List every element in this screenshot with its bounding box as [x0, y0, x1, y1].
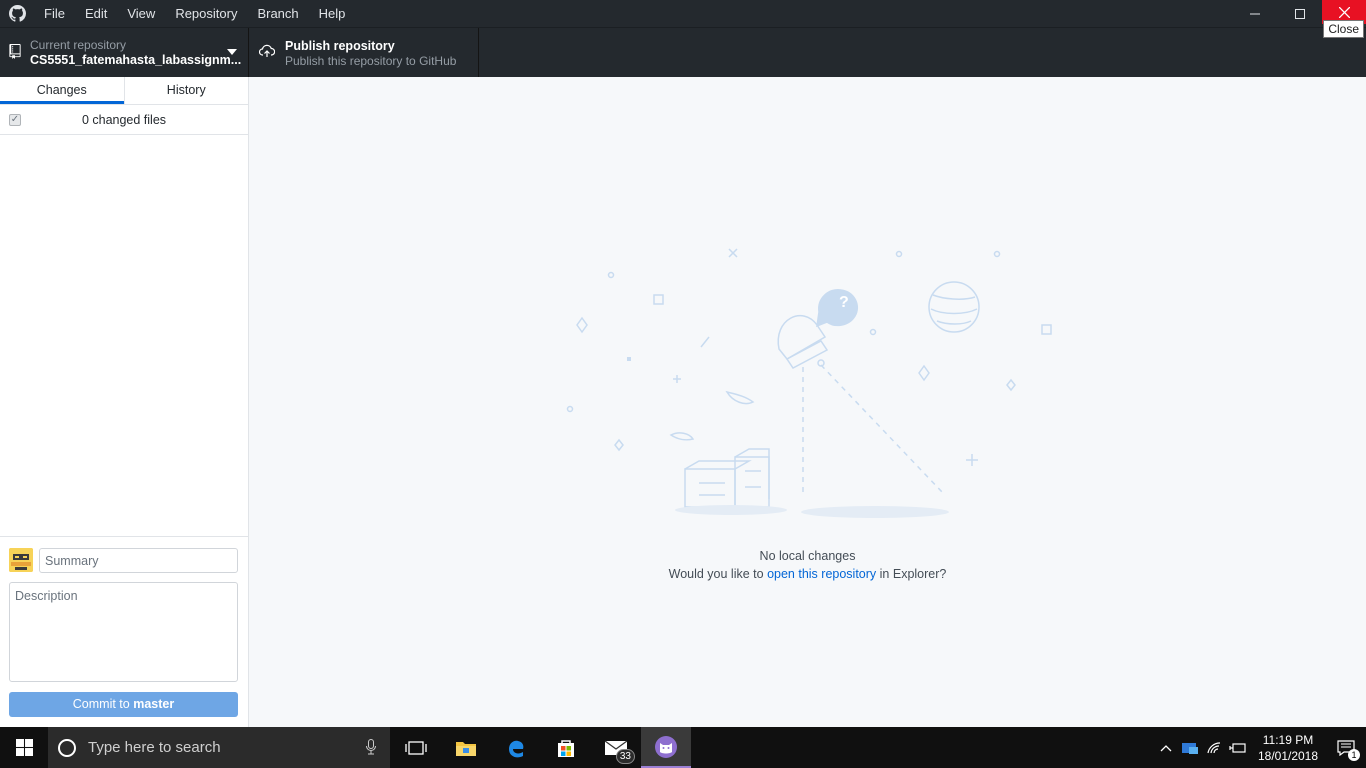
- cortana-icon: [58, 738, 76, 757]
- open-repository-link[interactable]: open this repository: [767, 567, 876, 581]
- file-explorer-button[interactable]: [441, 727, 491, 768]
- commit-button-branch: master: [133, 697, 175, 711]
- commit-button[interactable]: Commit to master: [9, 692, 238, 717]
- current-repository-button[interactable]: Current repository CS5551_fatemahasta_la…: [0, 28, 249, 77]
- chevron-down-icon: [227, 49, 237, 55]
- task-view-icon: [405, 740, 427, 755]
- show-hidden-icons-button[interactable]: [1154, 727, 1178, 768]
- tab-changes[interactable]: Changes: [0, 77, 124, 104]
- onedrive-icon: [1182, 742, 1198, 754]
- clock-date: 18/01/2018: [1257, 748, 1319, 763]
- minimize-button[interactable]: [1232, 0, 1277, 27]
- avatar: [9, 548, 33, 572]
- github-desktop-icon: [655, 735, 677, 758]
- taskbar-search[interactable]: Type here to search: [48, 727, 390, 768]
- current-repository-name: CS5551_fatemahasta_labassignm...: [30, 52, 242, 67]
- svg-text:?: ?: [839, 294, 849, 311]
- menu-help[interactable]: Help: [309, 0, 356, 27]
- changed-files-count: 0 changed files: [81, 112, 167, 127]
- clock-time: 11:19 PM: [1262, 732, 1314, 747]
- edge-icon: [509, 740, 524, 757]
- current-repository-label: Current repository: [30, 37, 127, 52]
- action-center-button[interactable]: 1: [1326, 727, 1366, 768]
- title-bar: File Edit View Repository Branch Help: [0, 0, 1366, 27]
- description-input[interactable]: Description: [9, 582, 238, 682]
- onedrive-tray-button[interactable]: [1178, 727, 1202, 768]
- menu-view[interactable]: View: [117, 0, 165, 27]
- sidebar: Changes History ✓ 0 changed files Summar…: [0, 77, 249, 727]
- maximize-button[interactable]: [1277, 0, 1322, 27]
- github-desktop-taskbar-button[interactable]: [641, 727, 691, 768]
- changed-files-header: ✓ 0 changed files: [0, 105, 248, 135]
- menu-file[interactable]: File: [34, 0, 75, 27]
- folder-icon: [456, 741, 476, 756]
- chevron-up-icon: [1160, 744, 1172, 751]
- close-tooltip: Close: [1323, 20, 1364, 38]
- open-repository-prompt: Would you like to open this repository i…: [249, 567, 1366, 581]
- main-panel: ? No local changes Would you like to ope…: [249, 77, 1366, 727]
- windows-taskbar: Type here to search 33 11:19 PM 18/01/20…: [0, 727, 1366, 768]
- edge-browser-button[interactable]: [491, 727, 541, 768]
- menu-edit[interactable]: Edit: [75, 0, 117, 27]
- task-view-button[interactable]: [391, 727, 441, 768]
- system-tray: 11:19 PM 18/01/2018 1: [1154, 727, 1366, 768]
- maximize-icon: [1294, 8, 1305, 19]
- summary-input[interactable]: Summary: [39, 548, 238, 573]
- mail-button[interactable]: 33: [591, 727, 641, 768]
- no-changes-illustration: ?: [566, 248, 1052, 518]
- close-icon: [1338, 6, 1350, 18]
- menu-branch[interactable]: Branch: [247, 0, 308, 27]
- select-all-checkbox[interactable]: ✓: [9, 114, 21, 126]
- store-button[interactable]: [541, 727, 591, 768]
- network-tray-button[interactable]: [1202, 727, 1226, 768]
- repository-icon: [9, 43, 21, 62]
- github-logo-icon: [0, 0, 34, 27]
- minimize-icon: [1249, 13, 1260, 14]
- windows-logo-icon: [15, 739, 33, 756]
- commit-button-prefix: Commit to: [72, 697, 130, 711]
- publish-repository-subtitle: Publish this repository to GitHub: [285, 53, 457, 68]
- prompt-text-after: in Explorer?: [879, 567, 947, 581]
- battery-tray-button[interactable]: [1226, 727, 1250, 768]
- sidebar-tabs: Changes History: [0, 77, 248, 105]
- cloud-upload-icon: [258, 44, 276, 61]
- store-icon: [558, 739, 574, 757]
- no-local-changes-title: No local changes: [759, 549, 856, 563]
- notification-count-badge: 1: [1348, 749, 1360, 761]
- wifi-icon: [1207, 741, 1221, 753]
- microphone-icon[interactable]: [366, 739, 376, 755]
- start-button[interactable]: [0, 727, 48, 768]
- battery-icon: [1229, 742, 1246, 753]
- menu-bar: File Edit View Repository Branch Help: [34, 0, 355, 27]
- toolbar: Current repository CS5551_fatemahasta_la…: [0, 27, 1366, 77]
- taskbar-clock[interactable]: 11:19 PM 18/01/2018: [1250, 732, 1326, 764]
- menu-repository[interactable]: Repository: [165, 0, 247, 27]
- commit-panel: Summary Description Commit to master: [0, 536, 248, 727]
- taskbar-search-placeholder: Type here to search: [88, 739, 221, 756]
- mail-unread-badge: 33: [615, 749, 635, 764]
- tab-history[interactable]: History: [123, 77, 249, 104]
- publish-repository-button[interactable]: Publish repository Publish this reposito…: [249, 28, 479, 77]
- publish-repository-title: Publish repository: [285, 38, 395, 53]
- prompt-text-before: Would you like to: [668, 567, 764, 581]
